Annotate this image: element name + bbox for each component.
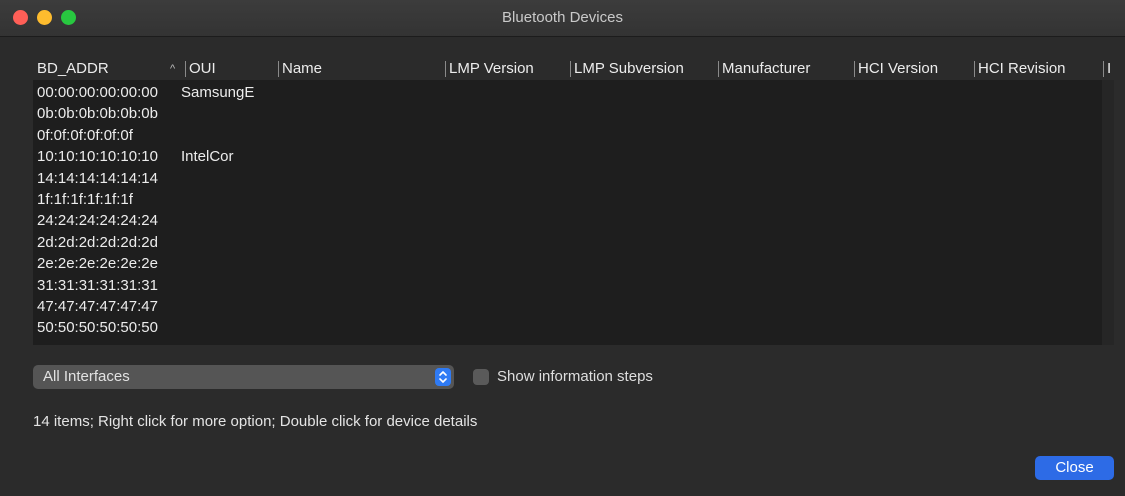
bd-addr-cell: 47:47:47:47:47:47 [37, 297, 158, 315]
bd-addr-cell: 0f:0f:0f:0f:0f:0f [37, 126, 133, 144]
bd-addr-cell: 10:10:10:10:10:10 [37, 148, 158, 166]
bd-addr-cell: 31:31:31:31:31:31 [37, 276, 158, 294]
oui-cell: SamsungE [181, 84, 255, 101]
oui-cell: IntelCor [181, 148, 234, 166]
sort-ascending-icon: ^ [170, 63, 176, 75]
bd-addr-cell: 1f:1f:1f:1f:1f:1f [37, 190, 133, 208]
show-information-steps-checkbox[interactable] [473, 369, 489, 385]
bd-addr-cell: 2d:2d:2d:2d:2d:2d [37, 233, 158, 251]
status-text: 14 items; Right click for more option; D… [33, 413, 478, 430]
column-header-lmp-subversion[interactable]: LMP Subversion [570, 61, 718, 77]
column-header-hci-revision[interactable]: HCI Revision [974, 61, 1103, 77]
table-row[interactable]: 14:14:14:14:14:14 [33, 168, 1114, 189]
chevron-up-down-icon[interactable] [435, 368, 451, 386]
table-row[interactable]: 10:10:10:10:10:10 IntelCor 1 [33, 146, 1114, 167]
table-row[interactable]: 0b:0b:0b:0b:0b:0b [33, 103, 1114, 124]
table-row[interactable]: 47:47:47:47:47:47 [33, 296, 1114, 317]
interface-select[interactable]: All Interfaces [33, 365, 454, 389]
table-row[interactable]: 50:50:50:50:50:50 [33, 317, 1114, 338]
bluetooth-devices-window: Bluetooth Devices BD_ADDR ^ OUI Name LMP… [0, 0, 1125, 496]
interface-select-value: All Interfaces [43, 368, 130, 385]
table-row[interactable]: 0f:0f:0f:0f:0f:0f [33, 125, 1114, 146]
table-row[interactable]: 00:00:00:00:00:00 SamsungE [33, 82, 1114, 103]
table-row[interactable]: 2d:2d:2d:2d:2d:2d [33, 232, 1114, 253]
title-bar[interactable]: Bluetooth Devices [0, 0, 1125, 37]
vertical-scrollbar[interactable] [1102, 80, 1114, 345]
table-row[interactable]: 1f:1f:1f:1f:1f:1f [33, 189, 1114, 210]
show-information-steps-label[interactable]: Show information steps [497, 365, 653, 389]
bd-addr-cell: 24:24:24:24:24:24 [37, 212, 158, 230]
column-header-truncated[interactable]: I [1103, 61, 1114, 77]
column-header-hci-version[interactable]: HCI Version [854, 61, 974, 77]
bd-addr-cell: 50:50:50:50:50:50 [37, 319, 158, 337]
column-header-bd-addr[interactable]: BD_ADDR [34, 58, 169, 80]
bd-addr-cell: 2e:2e:2e:2e:2e:2e [37, 255, 158, 273]
table-body: 00:00:00:00:00:00 SamsungE 0b:0b:0b:0b:0… [33, 82, 1114, 339]
window-title: Bluetooth Devices [502, 9, 623, 26]
table-row[interactable]: 24:24:24:24:24:24 [33, 210, 1114, 231]
close-button[interactable]: Close [1035, 456, 1114, 480]
devices-table[interactable]: BD_ADDR ^ OUI Name LMP Version LMP Subve… [33, 58, 1114, 345]
column-header-lmp-version[interactable]: LMP Version [445, 61, 570, 77]
bd-addr-cell: 00:00:00:00:00:00 [37, 84, 158, 101]
table-row[interactable]: 2e:2e:2e:2e:2e:2e [33, 253, 1114, 274]
column-header-name[interactable]: Name [278, 61, 445, 77]
table-row[interactable]: 31:31:31:31:31:31 [33, 275, 1114, 296]
column-header-manufacturer[interactable]: Manufacturer [718, 61, 854, 77]
bd-addr-cell: 14:14:14:14:14:14 [37, 169, 158, 187]
bd-addr-cell: 0b:0b:0b:0b:0b:0b [37, 105, 158, 123]
table-header: BD_ADDR ^ OUI Name LMP Version LMP Subve… [33, 58, 1114, 80]
column-header-oui[interactable]: OUI [185, 61, 277, 77]
